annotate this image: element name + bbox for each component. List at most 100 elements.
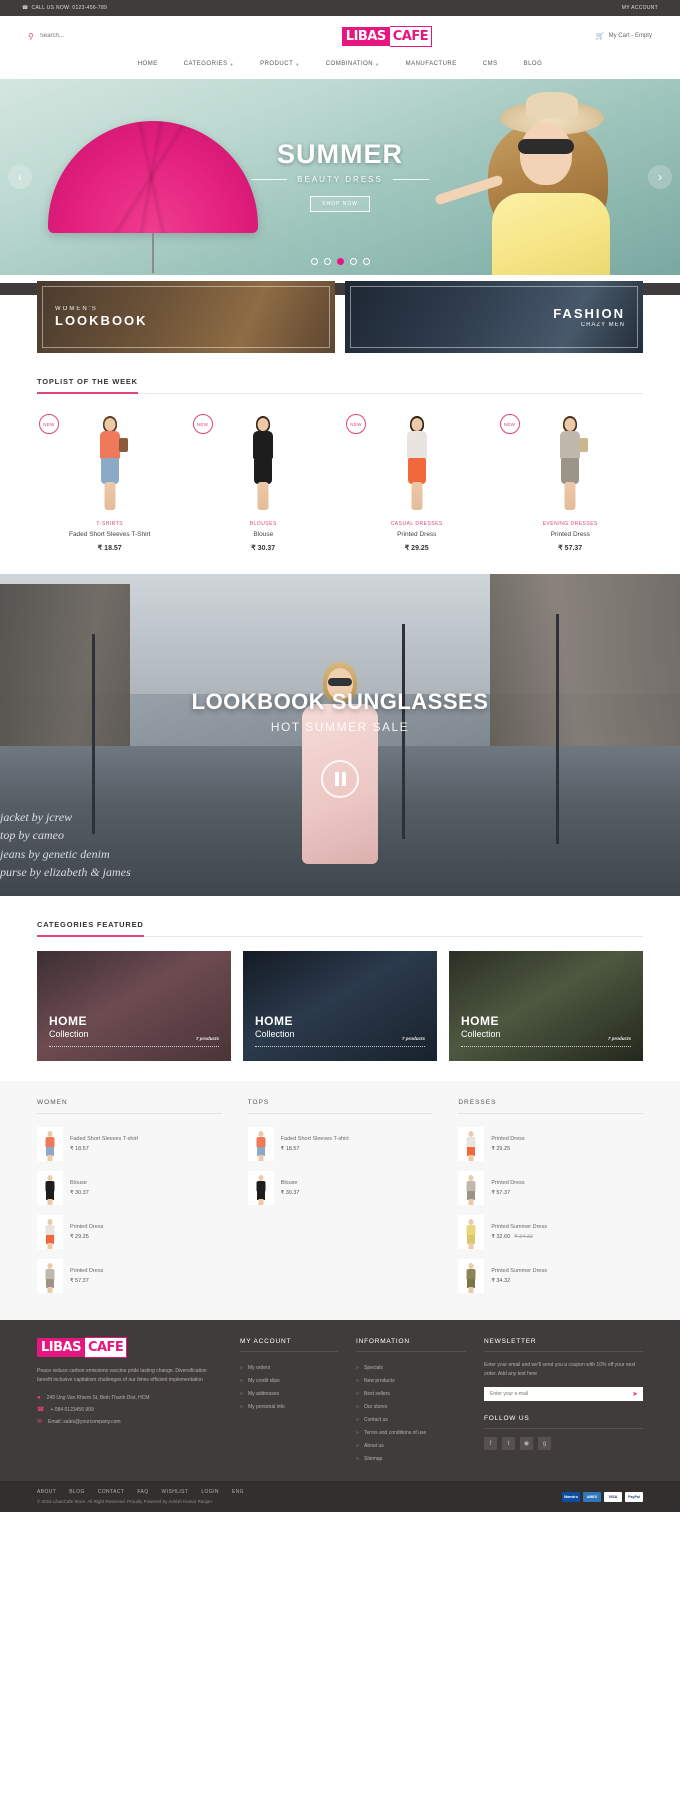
product-card[interactable]: NEW BLOUSES Blouse ₹ 30.37 [190, 408, 337, 552]
shop-now-button[interactable]: SHOP NOW [310, 196, 370, 212]
banner-womens-lookbook[interactable]: WOMEN'S LOOKBOOK [37, 281, 335, 353]
list-item-name[interactable]: Blouse [281, 1180, 300, 1186]
nav-item-home[interactable]: HOME [138, 61, 158, 67]
footer-email[interactable]: ✉ Email: sales@yourcompany.com [37, 1419, 222, 1425]
list-item[interactable]: Printed Dress ₹ 29.25 [458, 1122, 643, 1166]
footer-link-new-products[interactable]: New products [356, 1374, 466, 1387]
nav-item-blog[interactable]: BLOG [524, 61, 543, 67]
site-logo[interactable]: LIBAS CAFE [341, 25, 433, 47]
footer-link-contact-us[interactable]: Contact us [356, 1413, 466, 1426]
list-item-name[interactable]: Printed Dress [491, 1136, 524, 1142]
bottom-link-about[interactable]: ABOUT [37, 1489, 56, 1495]
nav-item-product[interactable]: PRODUCT ▼ [260, 61, 300, 67]
product-image[interactable]: NEW [190, 408, 336, 512]
banner-fashion-crazy-men[interactable]: FASHION CRAZY MEN [345, 281, 643, 353]
footer-link-specials[interactable]: Specials [356, 1361, 466, 1374]
search-box[interactable]: ⚲ [28, 32, 178, 41]
product-name[interactable]: Printed Dress [498, 531, 644, 538]
footer-newsletter-column: NEWSLETTER Enter your email and we'll se… [484, 1338, 643, 1465]
slider-dot-active[interactable] [336, 258, 344, 265]
search-input[interactable] [39, 33, 178, 39]
nav-item-combination[interactable]: COMBINATION ▼ [326, 61, 380, 67]
banner-title: LOOKBOOK [55, 313, 148, 328]
nav-item-manufacture[interactable]: MANUFACTURE [406, 61, 457, 67]
product-card[interactable]: NEW T-SHIRTS Faded Short Sleeves T-Shirt… [37, 408, 183, 552]
list-item[interactable]: Printed Summer Dress ₹ 34.32 [458, 1254, 643, 1298]
rss-icon[interactable]: ◉ [520, 1437, 533, 1450]
footer-link-about-us[interactable]: About us [356, 1439, 466, 1452]
bottom-link-language[interactable]: ENG [232, 1489, 244, 1495]
product-name[interactable]: Faded Short Sleeves T-Shirt [37, 531, 183, 538]
product-name[interactable]: Printed Dress [344, 531, 490, 538]
list-item[interactable]: Printed Summer Dress ₹ 32.60 ₹ 34.32 [458, 1210, 643, 1254]
product-category[interactable]: EVENING DRESSES [498, 521, 644, 527]
footer-link-terms[interactable]: Terms and conditions of use [356, 1426, 466, 1439]
nav-item-cms[interactable]: CMS [483, 61, 498, 67]
list-item-thumb [37, 1171, 63, 1205]
search-icon[interactable]: ⚲ [28, 32, 34, 41]
twitter-icon[interactable]: t [502, 1437, 515, 1450]
footer-link-my-personal-info[interactable]: My personal info [240, 1400, 338, 1413]
footer-link-my-credit-slips[interactable]: My credit slips [240, 1374, 338, 1387]
product-image[interactable]: NEW [497, 408, 643, 512]
product-category[interactable]: CASUAL DRESSES [344, 521, 490, 527]
slider-dot[interactable] [310, 258, 318, 265]
footer-link-best-sellers[interactable]: Best sellers [356, 1387, 466, 1400]
footer-email-text[interactable]: Email: sales@yourcompany.com [48, 1419, 121, 1425]
nav-item-categories[interactable]: CATEGORIES ▼ [184, 61, 234, 67]
category-card[interactable]: HOME Collection 7 products [449, 951, 643, 1061]
list-item-name[interactable]: Printed Summer Dress [491, 1268, 547, 1274]
list-item-name[interactable]: Printed Summer Dress [491, 1224, 547, 1230]
footer-logo[interactable]: LIBAS CAFE [37, 1337, 222, 1358]
slider-next-icon[interactable]: › [648, 165, 672, 189]
main-navigation: HOME CATEGORIES ▼ PRODUCT ▼ COMBINATION … [0, 56, 680, 79]
top-utility-bar: ☎ CALL US NOW: 0123-456-789 MY ACCOUNT [0, 0, 680, 16]
list-item[interactable]: Printed Dress ₹ 57.37 [458, 1166, 643, 1210]
footer-link-our-stores[interactable]: Our stores [356, 1400, 466, 1413]
bottom-link-wishlist[interactable]: WISHLIST [162, 1489, 189, 1495]
bottom-link-faq[interactable]: FAQ [137, 1489, 148, 1495]
list-column-title: DRESSES [458, 1099, 644, 1114]
category-card[interactable]: HOME Collection 7 products [37, 951, 231, 1061]
list-item-name[interactable]: Faded Short Sleeves T-shirt [70, 1136, 138, 1142]
slider-dot[interactable] [349, 258, 357, 265]
footer-link-my-addresses[interactable]: My addresses [240, 1387, 338, 1400]
pause-icon[interactable] [321, 760, 359, 798]
facebook-icon[interactable]: f [484, 1437, 497, 1450]
list-item-name[interactable]: Printed Dress [70, 1224, 103, 1230]
footer-link-my-orders[interactable]: My orders [240, 1361, 338, 1374]
product-card[interactable]: NEW CASUAL DRESSES Printed Dress ₹ 29.25 [344, 408, 490, 552]
product-image[interactable]: NEW [37, 408, 183, 512]
list-item-name[interactable]: Printed Dress [491, 1180, 524, 1186]
google-plus-icon[interactable]: g [538, 1437, 551, 1450]
footer-link-sitemap[interactable]: Sitemap [356, 1452, 466, 1465]
list-item[interactable]: Blouse ₹ 30.37 [247, 1166, 433, 1210]
list-item[interactable]: Printed Dress ₹ 57.37 [37, 1254, 222, 1298]
bottom-link-contact[interactable]: CONTACT [98, 1489, 125, 1495]
bottom-link-blog[interactable]: BLOG [69, 1489, 85, 1495]
product-name[interactable]: Blouse [191, 531, 337, 538]
slider-dot[interactable] [323, 258, 331, 265]
newsletter-submit-button[interactable]: ➤ [627, 1387, 643, 1401]
product-category[interactable]: T-SHIRTS [37, 521, 183, 527]
cart-summary[interactable]: 🛒 My Cart - Empty [596, 32, 652, 40]
my-account-link[interactable]: MY ACCOUNT [622, 5, 658, 11]
amex-icon: AMEX [583, 1491, 601, 1502]
category-card[interactable]: HOME Collection 7 products [243, 951, 437, 1061]
list-item[interactable]: Blouse ₹ 30.37 [37, 1166, 222, 1210]
list-item[interactable]: Faded Short Sleeves T-shirt ₹ 18.57 [247, 1122, 433, 1166]
product-price: ₹ 29.25 [404, 545, 429, 552]
product-category[interactable]: BLOUSES [191, 521, 337, 527]
product-image[interactable]: NEW [344, 408, 490, 512]
list-item[interactable]: Printed Dress ₹ 29.25 [37, 1210, 222, 1254]
slider-dot[interactable] [362, 258, 370, 265]
list-item-name[interactable]: Blouse [70, 1180, 89, 1186]
bottom-link-login[interactable]: LOGIN [201, 1489, 219, 1495]
slider-prev-icon[interactable]: ‹ [8, 165, 32, 189]
call-us-block: ☎ CALL US NOW: 0123-456-789 [22, 5, 107, 11]
list-item-name[interactable]: Printed Dress [70, 1268, 103, 1274]
product-card[interactable]: NEW EVENING DRESSES Printed Dress ₹ 57.3… [497, 408, 644, 552]
list-item[interactable]: Faded Short Sleeves T-shirt ₹ 18.57 [37, 1122, 222, 1166]
list-item-name[interactable]: Faded Short Sleeves T-shirt [281, 1136, 349, 1142]
newsletter-email-input[interactable] [484, 1391, 627, 1397]
